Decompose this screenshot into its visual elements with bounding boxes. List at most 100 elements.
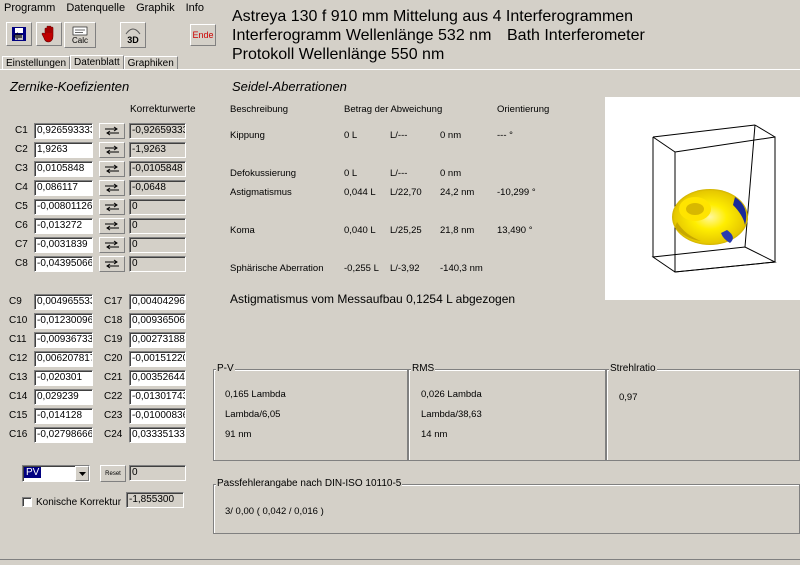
zernike-label: C6	[15, 220, 28, 231]
apply-correction-button[interactable]	[99, 237, 125, 253]
zernike-input[interactable]: 0,003526447	[129, 370, 186, 386]
correction-value: -0,0105848	[129, 161, 186, 177]
zernike-label: C7	[15, 239, 28, 250]
zernike-input[interactable]: 0,029239	[34, 389, 93, 405]
seidel-amount-fraction: L/---	[390, 130, 408, 141]
ende-button[interactable]: Ende	[190, 24, 216, 46]
surface-plot-graphic	[651, 124, 777, 273]
zernike-label: C10	[9, 315, 28, 326]
reset-button[interactable]: Reset	[100, 465, 126, 482]
zernike-label: C24	[104, 429, 123, 440]
seidel-amount-l: 0,040 L	[344, 225, 376, 236]
pv-value-fraction: Lambda/6,05	[225, 409, 281, 420]
tab-graphiken[interactable]: Graphiken	[123, 56, 178, 70]
zernike-input[interactable]: 0,033351333	[129, 427, 186, 443]
apply-correction-button[interactable]	[99, 161, 125, 177]
apply-correction-button[interactable]	[99, 199, 125, 215]
seidel-header-orient: Orientierung	[497, 104, 550, 115]
seidel-header-desc: Beschreibung	[230, 104, 289, 115]
pv-title: P-V	[216, 363, 235, 374]
correction-header: Korrekturwerte	[130, 104, 196, 115]
menu-datenquelle[interactable]: Datenquelle	[66, 2, 125, 14]
strehl-value: 0,97	[619, 392, 638, 403]
zernike-input[interactable]: -0,014128	[34, 408, 93, 424]
zernike-input[interactable]: -0,013272	[34, 218, 93, 234]
calc-icon	[72, 26, 88, 35]
conic-checkbox[interactable]	[22, 497, 32, 507]
3d-icon	[125, 28, 141, 34]
zernike-label: C5	[15, 201, 28, 212]
seidel-amount-l: 0,044 L	[344, 187, 376, 198]
zernike-input[interactable]: -0,008011267	[34, 199, 93, 215]
stop-hand-icon	[41, 25, 54, 43]
seidel-amount-nm: 21,8 nm	[440, 225, 475, 236]
zernike-input[interactable]: -0,012300967	[34, 313, 93, 329]
calc-button[interactable]: Calc	[64, 22, 96, 48]
zernike-input[interactable]: -0,013017433	[129, 389, 186, 405]
seidel-header-amount: Betrag der Abweichung	[344, 104, 443, 115]
zernike-label: C18	[104, 315, 123, 326]
chevron-down-icon[interactable]	[75, 466, 89, 481]
seidel-amount-l: 0 L	[344, 168, 358, 179]
pv-value-nm: 91 nm	[225, 429, 252, 440]
tab-bar: Einstellungen Datenblatt Graphiken	[2, 55, 178, 70]
correction-value: -0,926593333	[129, 123, 186, 139]
save-button[interactable]	[6, 22, 32, 46]
zernike-input[interactable]: -0,020301	[34, 370, 93, 386]
seidel-orientation: 13,490 °	[497, 225, 533, 236]
passfehler-value: 3/ 0,00 ( 0,042 / 0,016 )	[225, 506, 324, 517]
seidel-name: Astigmatismus	[230, 187, 292, 198]
correction-value: 0	[129, 237, 186, 253]
stop-button[interactable]	[36, 22, 62, 46]
seidel-orientation: -10,299 °	[497, 187, 536, 198]
menu-graphik[interactable]: Graphik	[136, 2, 175, 14]
apply-correction-button[interactable]	[99, 142, 125, 158]
zernike-label: C9	[9, 296, 22, 307]
seidel-amount-l: 0 L	[344, 130, 358, 141]
zernike-input[interactable]: 0,006207817	[34, 351, 93, 367]
zernike-input[interactable]: -0,0031839	[34, 237, 93, 253]
apply-correction-button[interactable]	[99, 218, 125, 234]
ende-label: Ende	[192, 30, 214, 40]
zernike-label: C22	[104, 391, 123, 402]
correction-value: 0	[129, 256, 186, 272]
zernike-input[interactable]: -0,001512203	[129, 351, 186, 367]
menu-programm[interactable]: Programm	[4, 2, 55, 14]
zernike-input[interactable]: 0,004042967	[129, 294, 186, 310]
zernike-input[interactable]: -0,043950667	[34, 256, 93, 272]
zernike-label: C13	[9, 372, 28, 383]
apply-correction-button[interactable]	[99, 123, 125, 139]
zernike-input[interactable]: 0,009365067	[129, 313, 186, 329]
seidel-name: Koma	[230, 225, 255, 236]
zernike-input[interactable]: 0,002731887	[129, 332, 186, 348]
zernike-input[interactable]: 0,086117	[34, 180, 93, 196]
tab-datenblatt[interactable]: Datenblatt	[70, 55, 124, 70]
zernike-label: C20	[104, 353, 123, 364]
seidel-amount-nm: 0 nm	[440, 168, 462, 179]
3d-button[interactable]: 3D	[120, 22, 146, 48]
astig-note: Astigmatismus vom Messaufbau 0,1254 L ab…	[230, 292, 516, 306]
tab-einstellungen[interactable]: Einstellungen	[2, 56, 71, 70]
reset-value: 0	[129, 465, 186, 481]
zernike-input[interactable]: 0,0105848	[34, 161, 93, 177]
apply-correction-button[interactable]	[99, 180, 125, 196]
apply-correction-button[interactable]	[99, 256, 125, 272]
zernike-input[interactable]: -0,027986667	[34, 427, 93, 443]
menu-info[interactable]: Info	[186, 2, 204, 14]
header-line-2: Interferogramm Wellenlänge 532 nm	[232, 27, 492, 44]
seidel-amount-fraction: L/25,25	[390, 225, 422, 236]
zernike-input[interactable]: 0,004965533	[34, 294, 93, 310]
zernike-input[interactable]: -0,010008367	[129, 408, 186, 424]
zernike-input[interactable]: -0,009367333	[34, 332, 93, 348]
zernike-input[interactable]: 0,926593333	[34, 123, 93, 139]
seidel-name: Kippung	[230, 130, 265, 141]
zernike-label: C14	[9, 391, 28, 402]
zernike-label: C17	[104, 296, 123, 307]
swap-arrows-icon	[105, 183, 119, 193]
pv-value-lambda: 0,165 Lambda	[225, 389, 286, 400]
rms-value-fraction: Lambda/38,63	[421, 409, 482, 420]
swap-arrows-icon	[105, 164, 119, 174]
rms-value-lambda: 0,026 Lambda	[421, 389, 482, 400]
mode-select[interactable]: PV	[22, 465, 90, 482]
zernike-input[interactable]: 1,9263	[34, 142, 93, 158]
